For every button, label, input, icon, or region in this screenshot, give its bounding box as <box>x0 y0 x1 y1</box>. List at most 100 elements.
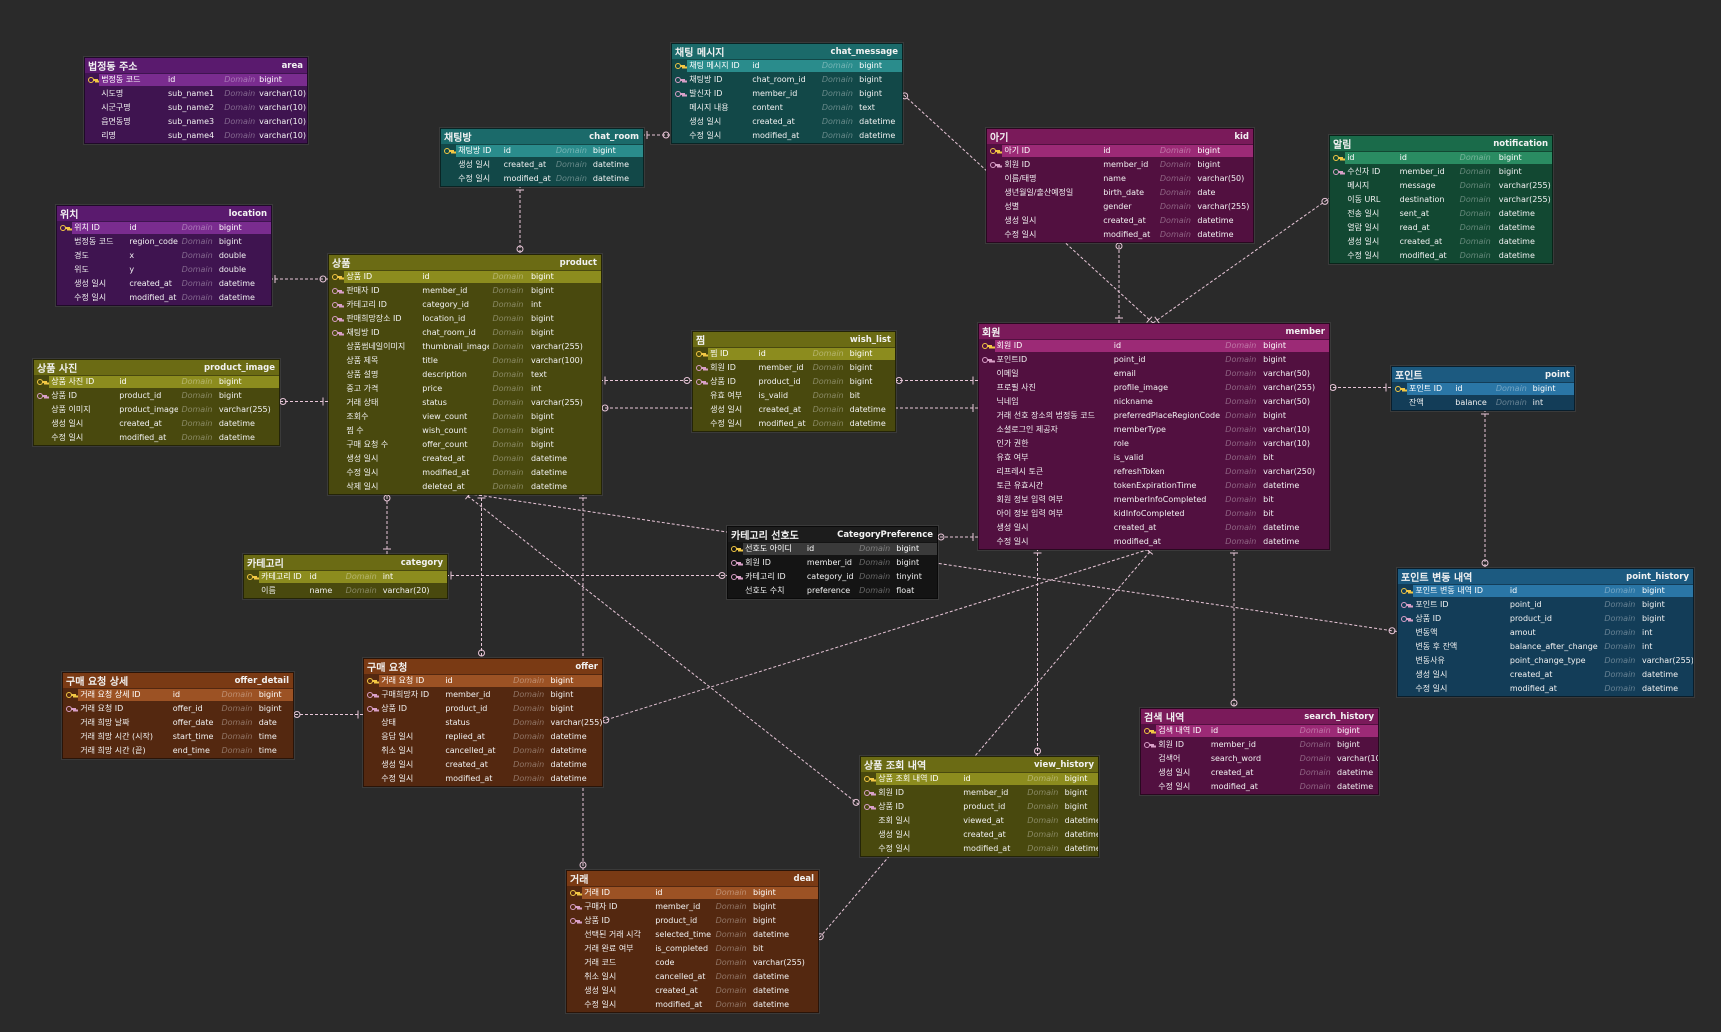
entity-header[interactable]: 위치 location <box>57 206 271 221</box>
foreign-key-row[interactable]: 카테고리 ID category_id Domain int <box>329 298 601 312</box>
attribute-row[interactable]: 생성 일시 created_at Domain datetime <box>693 403 895 417</box>
entity-header[interactable]: 찜 wish_list <box>693 332 895 347</box>
entity-chat-message[interactable]: 채팅 메시지 chat_message 채팅 메시지 ID id Domain bigin… <box>671 43 903 144</box>
entity-product-image[interactable]: 상품 사진 product_image 상품 사진 ID id Domain bigint… <box>33 359 280 446</box>
entity-location[interactable]: 위치 location 위치 ID id Domain bigint 법정동 코드 regio… <box>56 205 272 306</box>
foreign-key-row[interactable]: 상품 ID product_id Domain bigint <box>364 702 602 716</box>
attribute-row[interactable]: 생성 일시 created_at Domain datetime <box>329 452 601 466</box>
attribute-row[interactable]: 생성 일시 created_at Domain datetime <box>57 277 271 291</box>
foreign-key-row[interactable]: 구매자 ID member_id Domain bigint <box>567 900 818 914</box>
attribute-row[interactable]: 수정 일시 modified_at Domain datetime <box>1398 682 1693 696</box>
attribute-row[interactable]: 시도명 sub_name1 Domain varchar(10) <box>85 87 307 101</box>
attribute-row[interactable]: 생성 일시 created_at Domain datetime <box>34 417 279 431</box>
attribute-row[interactable]: 거래 희망 시간 (시작) start_time Domain time <box>63 730 293 744</box>
attribute-row[interactable]: 조회 일시 viewed_at Domain datetime <box>861 814 1098 828</box>
attribute-row[interactable]: 이동 URL destination Domain varchar(255) <box>1330 193 1552 207</box>
entity-product[interactable]: 상품 product 상품 ID id Domain bigint 판매자 ID member… <box>328 254 602 495</box>
entity-deal[interactable]: 거래 deal 거래 ID id Domain bigint 구매자 ID member_id… <box>566 870 819 1013</box>
entity-header[interactable]: 상품 사진 product_image <box>34 360 279 375</box>
foreign-key-row[interactable]: 상품 ID product_id Domain bigint <box>34 389 279 403</box>
attribute-row[interactable]: 생성 일시 created_at Domain datetime <box>1141 766 1378 780</box>
attribute-row[interactable]: 수정 일시 modified_at Domain datetime <box>329 466 601 480</box>
attribute-row[interactable]: 변동액 amout Domain int <box>1398 626 1693 640</box>
foreign-key-row[interactable]: 회원 ID member_id Domain bigint <box>1141 738 1378 752</box>
foreign-key-row[interactable]: 판매희망장소 ID location_id Domain bigint <box>329 312 601 326</box>
attribute-row[interactable]: 상품 이미지 product_image Domain varchar(255) <box>34 403 279 417</box>
entity-offer[interactable]: 구매 요청 offer 거래 요청 ID id Domain bigint 구매희망자 ID… <box>363 658 603 787</box>
attribute-row[interactable]: 생성 일시 created_at Domain datetime <box>987 214 1253 228</box>
primary-key-row[interactable]: id id Domain bigint <box>1330 151 1552 165</box>
entity-wish-list[interactable]: 찜 wish_list 찜 ID id Domain bigint 회원 ID member_… <box>692 331 896 432</box>
attribute-row[interactable]: 생성 일시 created_at Domain datetime <box>567 984 818 998</box>
primary-key-row[interactable]: 포인트 변동 내역 ID id Domain bigint <box>1398 584 1693 598</box>
attribute-row[interactable]: 경도 x Domain double <box>57 249 271 263</box>
entity-header[interactable]: 채팅방 chat_room <box>441 129 643 144</box>
primary-key-row[interactable]: 포인트 ID id Domain bigint <box>1392 382 1574 396</box>
attribute-row[interactable]: 메시지 message Domain varchar(255) <box>1330 179 1552 193</box>
entity-header[interactable]: 카테고리 선호도 CategoryPreference <box>728 527 937 542</box>
entity-header[interactable]: 알림 notification <box>1330 136 1552 151</box>
foreign-key-row[interactable]: 거래 요청 ID offer_id Domain bigint <box>63 702 293 716</box>
attribute-row[interactable]: 생성 일시 created_at Domain datetime <box>1398 668 1693 682</box>
attribute-row[interactable]: 수정 일시 modified_at Domain datetime <box>979 535 1329 549</box>
foreign-key-row[interactable]: 상품 ID product_id Domain bigint <box>1398 612 1693 626</box>
attribute-row[interactable]: 수정 일시 modified_at Domain datetime <box>1330 249 1552 263</box>
attribute-row[interactable]: 시군구명 sub_name2 Domain varchar(10) <box>85 101 307 115</box>
attribute-row[interactable]: 변동사유 point_change_type Domain varchar(255) <box>1398 654 1693 668</box>
attribute-row[interactable]: 상태 status Domain varchar(255) <box>364 716 602 730</box>
foreign-key-row[interactable]: 회원 ID member_id Domain bigint <box>693 361 895 375</box>
attribute-row[interactable]: 이름 name Domain varchar(20) <box>244 584 447 598</box>
primary-key-row[interactable]: 선호도 아이디 id Domain bigint <box>728 542 937 556</box>
attribute-row[interactable]: 리명 sub_name4 Domain varchar(10) <box>85 129 307 143</box>
foreign-key-row[interactable]: 상품 ID product_id Domain bigint <box>861 800 1098 814</box>
attribute-row[interactable]: 취소 일시 cancelled_at Domain datetime <box>567 970 818 984</box>
foreign-key-row[interactable]: 회원 ID member_id Domain bigint <box>861 786 1098 800</box>
attribute-row[interactable]: 거래 완료 여부 is_completed Domain bit <box>567 942 818 956</box>
attribute-row[interactable]: 거래 희망 날짜 offer_date Domain date <box>63 716 293 730</box>
attribute-row[interactable]: 응답 일시 replied_at Domain datetime <box>364 730 602 744</box>
attribute-row[interactable]: 열람 일시 read_at Domain datetime <box>1330 221 1552 235</box>
primary-key-row[interactable]: 검색 내역 ID id Domain bigint <box>1141 724 1378 738</box>
attribute-row[interactable]: 토큰 유효시간 tokenExpirationTime Domain datetime <box>979 479 1329 493</box>
foreign-key-row[interactable]: 포인트ID point_id Domain bigint <box>979 353 1329 367</box>
attribute-row[interactable]: 수정 일시 modified_at Domain datetime <box>567 998 818 1012</box>
foreign-key-row[interactable]: 회원 ID member_id Domain bigint <box>987 158 1253 172</box>
foreign-key-row[interactable]: 카테고리 ID category_id Domain tinyint <box>728 570 937 584</box>
foreign-key-row[interactable]: 상품 ID product_id Domain bigint <box>567 914 818 928</box>
foreign-key-row[interactable]: 채팅방 ID chat_room_id Domain bigint <box>672 73 902 87</box>
foreign-key-row[interactable]: 상품 ID product_id Domain bigint <box>693 375 895 389</box>
attribute-row[interactable]: 검색어 search_word Domain varchar(100) <box>1141 752 1378 766</box>
primary-key-row[interactable]: 법정동 코드 id Domain bigint <box>85 73 307 87</box>
primary-key-row[interactable]: 찜 ID id Domain bigint <box>693 347 896 361</box>
attribute-row[interactable]: 전송 일시 sent_at Domain datetime <box>1330 207 1552 221</box>
attribute-row[interactable]: 메시지 내용 content Domain text <box>672 101 902 115</box>
foreign-key-row[interactable]: 구매희망자 ID member_id Domain bigint <box>364 688 602 702</box>
entity-header[interactable]: 채팅 메시지 chat_message <box>672 44 902 59</box>
attribute-row[interactable]: 거래 선호 장소의 법정동 코드 preferredPlaceRegionCode… <box>979 409 1329 423</box>
attribute-row[interactable]: 거래 희망 시간 (끝) end_time Domain time <box>63 744 293 758</box>
attribute-row[interactable]: 회원 정보 입력 여부 memberInfoCompleted Domain bit <box>979 493 1329 507</box>
entity-search-history[interactable]: 검색 내역 search_history 검색 내역 ID id Domain bigin… <box>1140 708 1379 795</box>
attribute-row[interactable]: 이름/태명 name Domain varchar(50) <box>987 172 1253 186</box>
entity-header[interactable]: 포인트 point <box>1392 367 1574 382</box>
attribute-row[interactable]: 성별 gender Domain varchar(255) <box>987 200 1253 214</box>
foreign-key-row[interactable]: 판매자 ID member_id Domain bigint <box>329 284 601 298</box>
attribute-row[interactable]: 소셜로그인 제공자 memberType Domain varchar(10) <box>979 423 1329 437</box>
attribute-row[interactable]: 수정 일시 modified_at Domain datetime <box>57 291 271 305</box>
entity-header[interactable]: 상품 product <box>329 255 601 270</box>
foreign-key-row[interactable]: 채팅방 ID chat_room_id Domain bigint <box>329 326 601 340</box>
relationship-member-deal[interactable] <box>816 547 1154 941</box>
attribute-row[interactable]: 생성 일시 created_at Domain datetime <box>1330 235 1552 249</box>
attribute-row[interactable]: 선택된 거래 시각 selected_time Domain datetime <box>567 928 818 942</box>
attribute-row[interactable]: 생년월일/출산예정일 birth_date Domain date <box>987 186 1253 200</box>
entity-category-preference[interactable]: 카테고리 선호도 CategoryPreference 선호도 아이디 id Domai… <box>727 526 938 599</box>
entity-header[interactable]: 카테고리 category <box>244 555 447 570</box>
entity-notification[interactable]: 알림 notification id id Domain bigint 수신자 ID memb… <box>1329 135 1553 264</box>
foreign-key-row[interactable]: 회원 ID member_id Domain bigint <box>728 556 937 570</box>
attribute-row[interactable]: 유효 여부 is_valid Domain bit <box>979 451 1329 465</box>
primary-key-row[interactable]: 상품 ID id Domain bigint <box>329 270 601 284</box>
attribute-row[interactable]: 유효 여부 is_valid Domain bit <box>693 389 895 403</box>
attribute-row[interactable]: 수정 일시 modified_at Domain datetime <box>364 772 602 786</box>
primary-key-row[interactable]: 채팅방 ID id Domain bigint <box>441 144 643 158</box>
attribute-row[interactable]: 선호도 수치 preference Domain float <box>728 584 937 598</box>
